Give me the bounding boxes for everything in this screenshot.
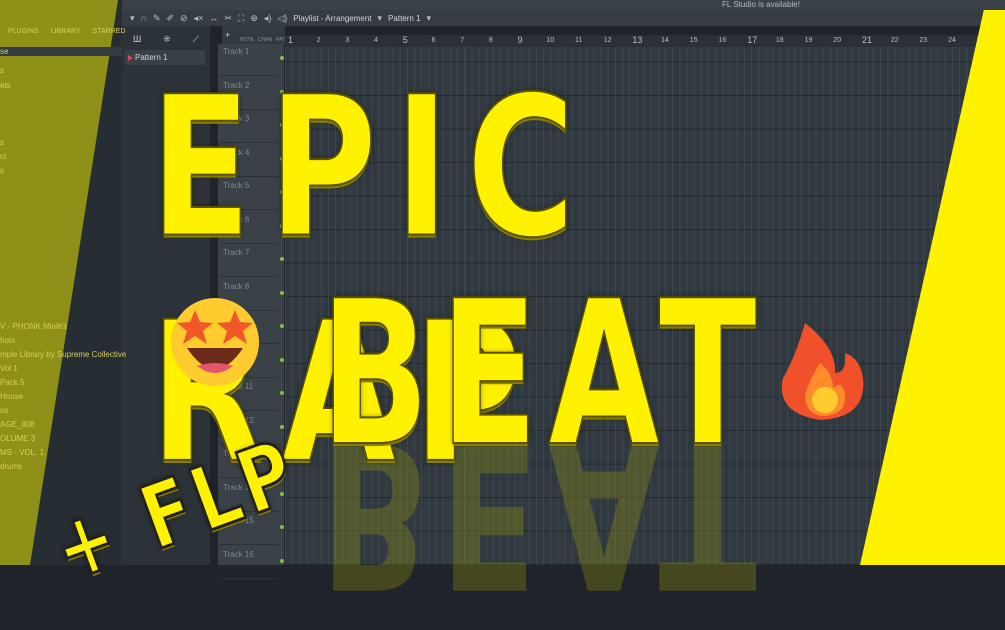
tab-library[interactable]: LIBRARY [51, 28, 81, 35]
delete-icon[interactable]: ⊘ [180, 13, 188, 24]
piano-icon[interactable]: Ш [133, 34, 141, 50]
ruler-bar-number: 11 [575, 37, 583, 44]
browser-item[interactable]: drums [0, 462, 22, 471]
note-tool[interactable]: NOTE [240, 37, 254, 43]
browser-item[interactable]: ets [0, 81, 11, 90]
ruler-bar-number: 15 [689, 37, 698, 44]
zoom-icon[interactable]: ⊕ [250, 13, 258, 24]
browser-item[interactable]: Pack 5 [0, 378, 24, 387]
tab-plugins[interactable]: PLUGINS [8, 28, 39, 35]
browser-item[interactable]: hots [0, 336, 15, 345]
slip-icon[interactable]: ↔ [209, 13, 218, 23]
browser-item[interactable]: Vol 1 [0, 364, 18, 373]
ruler-bar-number: 22 [890, 37, 899, 44]
ruler-bar-number: 20 [833, 37, 842, 44]
browser-item[interactable]: se [0, 47, 122, 56]
track-label: Track 16 [223, 549, 254, 559]
ruler-bar-number: 4 [374, 37, 378, 44]
tab-starred[interactable]: STARRED [93, 28, 126, 35]
playlist-header: ▾ ∩ ✎ ✐ ⊘ ◂× ↔ ✂ ⛶ ⊕ ◂) ◁) Playlist - Ar… [122, 10, 1005, 26]
ruler-bar-number: 7 [460, 37, 465, 44]
ruler-bar-number: 9 [517, 35, 523, 45]
speaker-icon: ◁) [277, 12, 288, 23]
ruler-bar-number: 3 [345, 37, 350, 44]
ruler-bar-number: 13 [632, 35, 643, 45]
browser-item[interactable]: OLUME 3 [0, 434, 35, 443]
automation-icon[interactable]: ⟋ [193, 34, 199, 50]
pattern-selector[interactable]: Pattern 1 [388, 14, 420, 23]
hint-bar: FL Studio is available! [722, 0, 800, 9]
track-tools: + NOTE CHAN PAT [222, 26, 285, 44]
brush-icon[interactable]: ✐ [167, 13, 175, 24]
browser-item[interactable]: MS - VOL. 1 [0, 448, 44, 457]
ruler-bar-number: 8 [488, 37, 493, 44]
browser-item[interactable]: AGE_808 [0, 420, 35, 429]
ruler-bar-number: 12 [603, 37, 612, 44]
fire-emoji-icon [781, 323, 864, 420]
playlist-title[interactable]: Playlist - Arrangement [293, 14, 371, 23]
ruler-bar-number: 24 [948, 37, 956, 44]
ruler-bar-number: 17 [747, 35, 758, 45]
ruler-bar-number: 1 [288, 35, 294, 45]
browser-item[interactable]: mple Library by Supreme Collective [0, 350, 126, 359]
ruler-bar-number: 23 [919, 37, 928, 44]
track-mute-led[interactable] [280, 558, 284, 563]
playback-icon[interactable]: ◂) [264, 13, 272, 24]
slice-icon[interactable]: ✂ [224, 13, 232, 24]
pencil-icon[interactable]: ✎ [153, 13, 161, 24]
menu-arrow-icon[interactable]: ▾ [130, 13, 135, 24]
browser-item[interactable]: s [0, 66, 4, 75]
ruler-bar-number: 18 [775, 37, 784, 44]
magnet-icon[interactable]: ∩ [141, 13, 147, 23]
chan-tool[interactable]: CHAN [258, 37, 272, 43]
browser-item[interactable]: s [0, 138, 4, 147]
browser-item[interactable]: House [0, 392, 23, 401]
browser-item[interactable]: s [0, 166, 4, 175]
pat-tool[interactable]: PAT [276, 37, 285, 43]
ruler-bar-number: 5 [402, 35, 408, 45]
add-track-icon[interactable]: + [225, 30, 230, 40]
browser-item[interactable]: ct [0, 152, 6, 161]
track-header[interactable]: Track 16 [220, 547, 284, 579]
browser-tabs: PLUGINS LIBRARY STARRED [0, 28, 126, 35]
mute-icon[interactable]: ◂× [194, 13, 204, 24]
select-icon[interactable]: ⛶ [238, 13, 244, 24]
ruler-bar-number: 10 [546, 37, 555, 44]
timeline-ruler[interactable]: 1234567891011121314151617181920212223242… [285, 35, 1005, 47]
ruler-bar-number: 16 [718, 37, 727, 44]
main-toolbar: FL Studio is available! [122, 0, 1005, 10]
audio-icon[interactable]: ⁜ [163, 34, 171, 50]
title-line-2: BEAT [319, 257, 767, 492]
ruler-bar-number: 19 [804, 37, 813, 44]
ruler-bar-number: 6 [431, 37, 436, 44]
star-struck-emoji-icon [171, 298, 259, 386]
browser-item[interactable]: os [0, 406, 8, 415]
ruler-bar-number: 14 [661, 37, 669, 44]
browser-item[interactable]: V - PHONK MiniKit [0, 322, 67, 331]
ruler-bar-number: 2 [316, 37, 321, 44]
ruler-bar-number: 21 [862, 35, 873, 45]
